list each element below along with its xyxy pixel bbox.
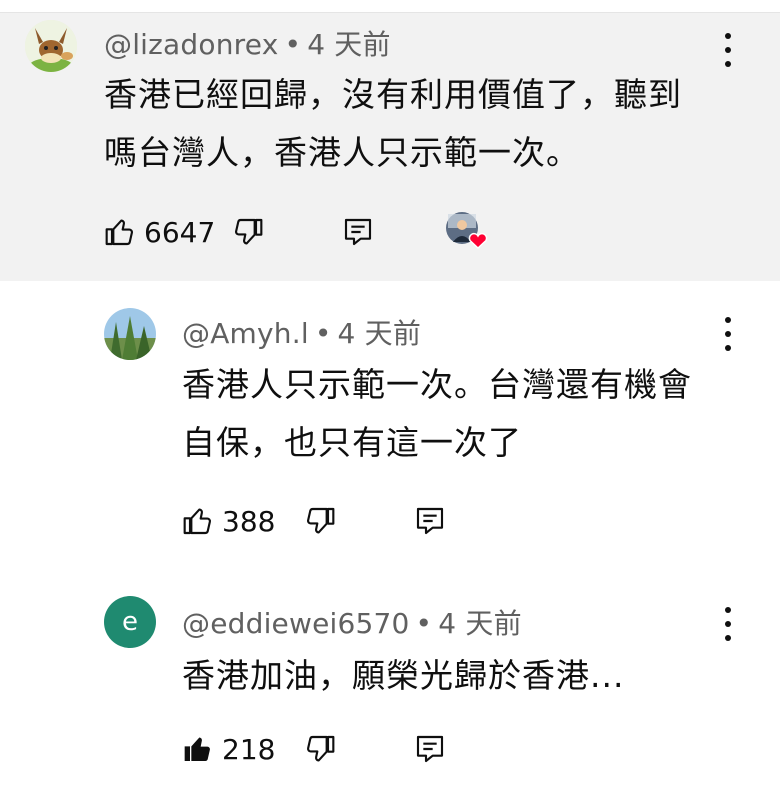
avatar[interactable] [25, 20, 77, 72]
like-button[interactable]: 388 [182, 499, 275, 543]
comment-item: @lizadonrex • 4 天前 香港已經回歸，沒有利用價值了，聽到 嗎台灣人，… [0, 13, 780, 281]
like-count: 6647 [144, 215, 216, 249]
more-vertical-icon[interactable] [713, 602, 743, 646]
dislike-button[interactable] [304, 727, 336, 771]
avatar[interactable]: e [104, 596, 156, 648]
comment-text: 香港已經回歸，沒有利用價值了，聽到 嗎台灣人，香港人只示範一次。 [104, 66, 682, 182]
comment-meta: @eddiewei6570 • 4 天前 [182, 602, 522, 642]
thumbs-down-icon [307, 735, 335, 762]
comment-actions: 6647 [104, 210, 524, 254]
like-button[interactable]: 218 [182, 727, 275, 771]
reply-icon [344, 218, 372, 246]
reply-icon [416, 507, 444, 535]
more-vertical-icon[interactable] [713, 28, 743, 72]
comment-time[interactable]: 4 天前 [438, 607, 522, 640]
reply-button[interactable] [342, 210, 374, 254]
comment-item: @Amyh.l • 4 天前 香港人只示範一次。台灣還有機會 自保，也只有這一次了 … [0, 282, 780, 572]
comment-time[interactable]: 4 天前 [307, 28, 391, 61]
like-count: 388 [222, 504, 276, 538]
comment-meta: @Amyh.l • 4 天前 [182, 312, 421, 352]
creator-heart-badge [444, 210, 494, 254]
reply-button[interactable] [414, 499, 446, 543]
comment-text: 香港人只示範一次。台灣還有機會 自保，也只有這一次了 [182, 356, 692, 472]
like-count: 218 [222, 732, 276, 766]
comment-text-line: 嗎台灣人，香港人只示範一次。 [104, 133, 580, 172]
comment-text-line: 香港已經回歸，沒有利用價值了，聽到 [104, 75, 682, 114]
thumbs-down-icon [235, 218, 263, 245]
comment-actions: 218 [182, 727, 482, 771]
comment-text-line: 自保，也只有這一次了 [182, 423, 522, 462]
dislike-button[interactable] [232, 210, 264, 254]
forest-avatar-image [104, 308, 156, 360]
meta-separator: • [415, 607, 433, 640]
reply-button[interactable] [414, 727, 446, 771]
comment-item: e @eddiewei6570 • 4 天前 香港加油，願榮光歸於香港... 218 [0, 572, 780, 807]
comment-author[interactable]: @lizadonrex [104, 28, 278, 61]
meta-separator: • [314, 317, 332, 350]
comment-meta: @lizadonrex • 4 天前 [104, 23, 391, 63]
like-button[interactable]: 6647 [104, 210, 215, 254]
thumbs-down-icon [307, 507, 335, 534]
comment-text-line: 香港人只示範一次。台灣還有機會 [182, 365, 692, 404]
comment-author[interactable]: @eddiewei6570 [182, 607, 410, 640]
thumbs-up-icon [105, 219, 133, 246]
dislike-button[interactable] [304, 499, 336, 543]
creator-avatar-heart-icon [446, 212, 488, 250]
comment-time[interactable]: 4 天前 [338, 317, 422, 350]
avatar[interactable] [104, 308, 156, 360]
eevee-avatar-image [25, 20, 77, 72]
comment-author[interactable]: @Amyh.l [182, 317, 309, 350]
avatar-letter: e [122, 607, 138, 637]
meta-separator: • [284, 28, 302, 61]
comment-actions: 388 [182, 499, 482, 543]
comment-text: 香港加油，願榮光歸於香港... [182, 647, 624, 705]
thumbs-up-filled-icon [184, 737, 210, 761]
comment-text-line: 香港加油，願榮光歸於香港... [182, 656, 625, 695]
more-vertical-icon[interactable] [713, 312, 743, 356]
thumbs-up-icon [183, 508, 211, 535]
top-divider [0, 0, 780, 13]
reply-icon [416, 735, 444, 763]
